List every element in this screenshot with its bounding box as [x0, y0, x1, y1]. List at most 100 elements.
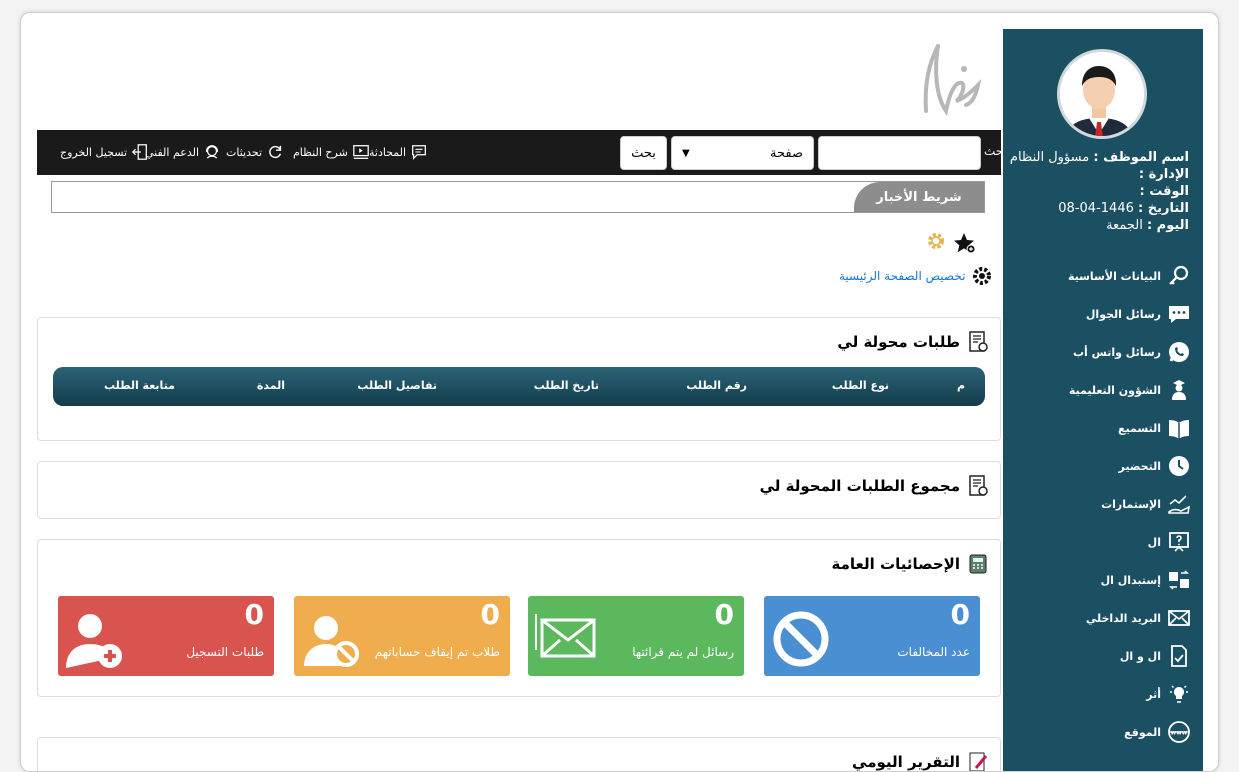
www-icon: www [1168, 721, 1190, 743]
support-link[interactable]: الدعم الفني [145, 142, 221, 162]
registration-requests-count: 0 [244, 598, 264, 631]
unread-messages-count: 0 [714, 598, 734, 631]
sidebar-item-website[interactable]: www الموقع [1011, 713, 1191, 751]
daily-report-panel: التقرير اليومي [37, 737, 1001, 771]
book-icon [1169, 420, 1189, 439]
document-search-icon [969, 475, 988, 496]
sidebar-item-education[interactable]: الشؤون التعليمية [1011, 371, 1191, 409]
col-duration: المدة [256, 379, 285, 392]
refresh-icon [269, 145, 282, 159]
news-ticker-label: شريط الأخبار [854, 182, 984, 212]
gear-icon[interactable] [926, 231, 946, 251]
exchange-icon [1169, 570, 1189, 590]
col-followup: متابعة الطلب [103, 379, 175, 392]
suspended-students-tile[interactable]: 0 طلاب تم إيقاف حساباتهم [294, 596, 510, 676]
exit-door-icon [132, 144, 148, 160]
sidebar-item-docs[interactable]: ال و ال [1011, 637, 1191, 675]
star-add-icon[interactable] [952, 231, 976, 255]
chevron-down-icon: ▼ [682, 147, 690, 159]
col-details: تفاصيل الطلب [357, 379, 437, 392]
doc-check-icon [1171, 645, 1187, 667]
user-add-icon [66, 614, 122, 668]
page-select[interactable]: صفحة ▼ [671, 136, 814, 170]
customize-home-link[interactable]: تخصيص الصفحة الرئيسية [839, 265, 993, 287]
logo [923, 44, 982, 117]
sidebar-item-forms[interactable]: الإستمارات [1011, 485, 1191, 523]
time-row: الوقت : [1139, 184, 1190, 199]
col-index: م [956, 379, 965, 392]
svg-text:www: www [1171, 730, 1188, 737]
avatar [1057, 49, 1147, 139]
clock-icon [1169, 456, 1189, 476]
news-ticker: شريط الأخبار [51, 181, 985, 213]
day-row: اليوم : الجمعة [1106, 218, 1189, 233]
student-icon [1172, 380, 1186, 400]
search-input[interactable] [818, 136, 981, 170]
sidebar-menu: البيانات الأساسية رسائل الجوال رسائل وات… [1011, 257, 1191, 751]
document-search-icon [969, 331, 988, 352]
sidebar-item-sms[interactable]: رسائل الجوال [1011, 295, 1191, 333]
employee-name-row: اسم الموظف : مسؤول النظام [1009, 150, 1189, 165]
user-info: اسم الموظف : مسؤول النظام الإدارة : الوق… [1009, 149, 1189, 234]
violations-label: عدد المخالفات [897, 645, 970, 659]
stats-tiles: 0 عدد المخالفات 0 رسائل لم يتم قرائتها 0… [58, 596, 980, 678]
col-type: نوع الطلب [831, 379, 889, 392]
col-number: رقم الطلب [686, 379, 747, 392]
daily-report-title: التقرير اليومي [852, 750, 990, 771]
general-stats-panel: الإحصائيات العامة 0 عدد المخالفات 0 رسائ… [37, 539, 1001, 697]
suspended-students-label: طلاب تم إيقاف حساباتهم [374, 645, 500, 659]
page-select-value: صفحة [770, 145, 803, 161]
registration-requests-label: طلبات التسجيل [186, 645, 264, 659]
unread-messages-label: رسائل لم يتم قرائتها [632, 645, 734, 659]
sidebar-item-exchange[interactable]: إستبدال ال [1011, 561, 1191, 599]
violations-count: 0 [950, 598, 970, 631]
sidebar-item-attendance[interactable]: التحضير [1011, 447, 1191, 485]
date-row: التاريخ : 1446-04-08 [1058, 201, 1189, 216]
system-guide-link[interactable]: شرح النظام [293, 142, 370, 162]
department-row: الإدارة : [1138, 167, 1189, 182]
video-screen-icon [352, 145, 369, 159]
chat-icon [412, 145, 427, 160]
gears-icon [973, 267, 992, 285]
chat-link[interactable]: المحادثة [369, 142, 428, 162]
registration-requests-tile[interactable]: 0 طلبات التسجيل [58, 596, 274, 676]
calculator-icon [969, 554, 987, 574]
user-avatar-icon [1060, 52, 1144, 136]
sms-icon [1169, 306, 1189, 323]
envelope-icon [535, 614, 596, 658]
app-window: بحث صفحة ▼ بحث المحادثة شرح النظام تحديث… [20, 12, 1219, 772]
customize-home-text[interactable]: تخصيص الصفحة الرئيسية [839, 269, 965, 283]
question-board-icon [1169, 532, 1189, 552]
suspended-students-count: 0 [480, 598, 500, 631]
sidebar-item-basic-data[interactable]: البيانات الأساسية [1011, 257, 1191, 295]
report-pen-icon [969, 752, 988, 771]
quick-icons [926, 231, 976, 255]
headset-icon [206, 145, 219, 159]
col-date: تاريخ الطلب [533, 379, 599, 392]
chart-hand-icon [1168, 495, 1191, 514]
day-value: الجمعة [1106, 218, 1143, 233]
sidebar-item-whatsapp[interactable]: رسائل واتس أب [1011, 333, 1191, 371]
key-search-icon [1169, 265, 1189, 285]
sidebar-item-questions[interactable]: ال [1011, 523, 1191, 561]
unread-messages-tile[interactable]: 0 رسائل لم يتم قرائتها [528, 596, 744, 676]
prohibited-icon [773, 611, 829, 667]
sidebar-item-internal-mail[interactable]: البريد الداخلي [1011, 599, 1191, 637]
requests-table-header: م نوع الطلب رقم الطلب تاريخ الطلب تفاصيل… [53, 367, 985, 406]
logout-link[interactable]: تسجيل الخروج [60, 142, 149, 162]
violations-tile[interactable]: 0 عدد المخالفات [764, 596, 980, 676]
transferred-group-panel: مجموع الطلبات المحولة لي [37, 461, 1001, 519]
date-value: 1446-04-08 [1058, 201, 1134, 216]
user-blocked-icon [304, 616, 359, 667]
updates-link[interactable]: تحديثات [226, 142, 284, 162]
sidebar-item-recitation[interactable]: التسميع [1011, 409, 1191, 447]
sidebar-item-impact[interactable]: أثر [1011, 675, 1191, 713]
general-stats-title: الإحصائيات العامة [832, 552, 990, 576]
sidebar: اسم الموظف : مسؤول النظام الإدارة : الوق… [1003, 29, 1203, 771]
transferred-requests-title: طلبات محولة لي [837, 330, 990, 354]
top-toolbar: بحث صفحة ▼ بحث المحادثة شرح النظام تحديث… [37, 130, 1007, 175]
bulb-icon [1170, 685, 1188, 703]
envelope-icon [1168, 610, 1190, 626]
transferred-group-title: مجموع الطلبات المحولة لي [760, 474, 990, 498]
search-button[interactable]: بحث [620, 136, 667, 170]
